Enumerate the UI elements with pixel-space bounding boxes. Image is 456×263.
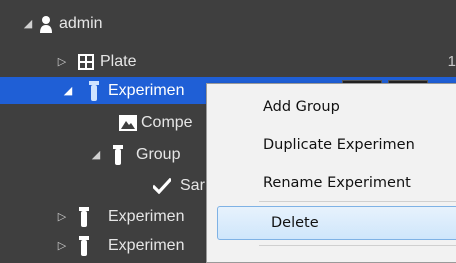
tree-label-experiment: Experimen	[108, 82, 185, 99]
tree-row-plate[interactable]: ▷ Plate 1	[0, 48, 456, 75]
menu-item-add-group[interactable]: Add Group	[209, 90, 456, 124]
tube-icon	[84, 80, 104, 101]
menu-separator	[259, 245, 456, 246]
tree-label-compensation: Compe	[141, 114, 193, 131]
menu-separator	[259, 201, 456, 202]
expand-arrow-icon[interactable]: ◢	[22, 10, 34, 37]
check-icon	[152, 175, 172, 196]
expand-arrow-icon[interactable]: ◢	[62, 77, 74, 104]
tree-label-sample: Sar	[180, 177, 205, 194]
collapse-arrow-icon[interactable]: ▷	[56, 48, 68, 75]
image-icon	[118, 112, 138, 133]
menu-item-rename-experiment[interactable]: Rename Experiment	[209, 166, 456, 200]
tube-icon	[74, 206, 94, 227]
plate-count: 1	[447, 53, 456, 70]
menu-item-duplicate-experiment[interactable]: Duplicate Experimen	[209, 128, 456, 162]
context-menu: Add Group Duplicate Experimen Rename Exp…	[206, 83, 456, 263]
menu-item-delete[interactable]: Delete	[217, 206, 456, 240]
tree-label-plate: Plate	[100, 53, 137, 70]
tree-label-admin: admin	[59, 15, 103, 32]
collapse-arrow-icon[interactable]: ▷	[56, 232, 68, 259]
tree-row-admin[interactable]: ◢ admin	[0, 10, 456, 37]
tree-label-group: Group	[136, 146, 181, 163]
expand-arrow-icon[interactable]: ◢	[90, 141, 102, 168]
tube-icon	[74, 235, 94, 256]
grid-icon	[76, 51, 96, 72]
collapse-arrow-icon[interactable]: ▷	[56, 203, 68, 230]
tree-label-experiment-2: Experimen	[108, 208, 185, 225]
tube-icon	[108, 144, 128, 165]
user-icon	[36, 13, 56, 34]
tree-label-experiment-3: Experimen	[108, 237, 185, 254]
